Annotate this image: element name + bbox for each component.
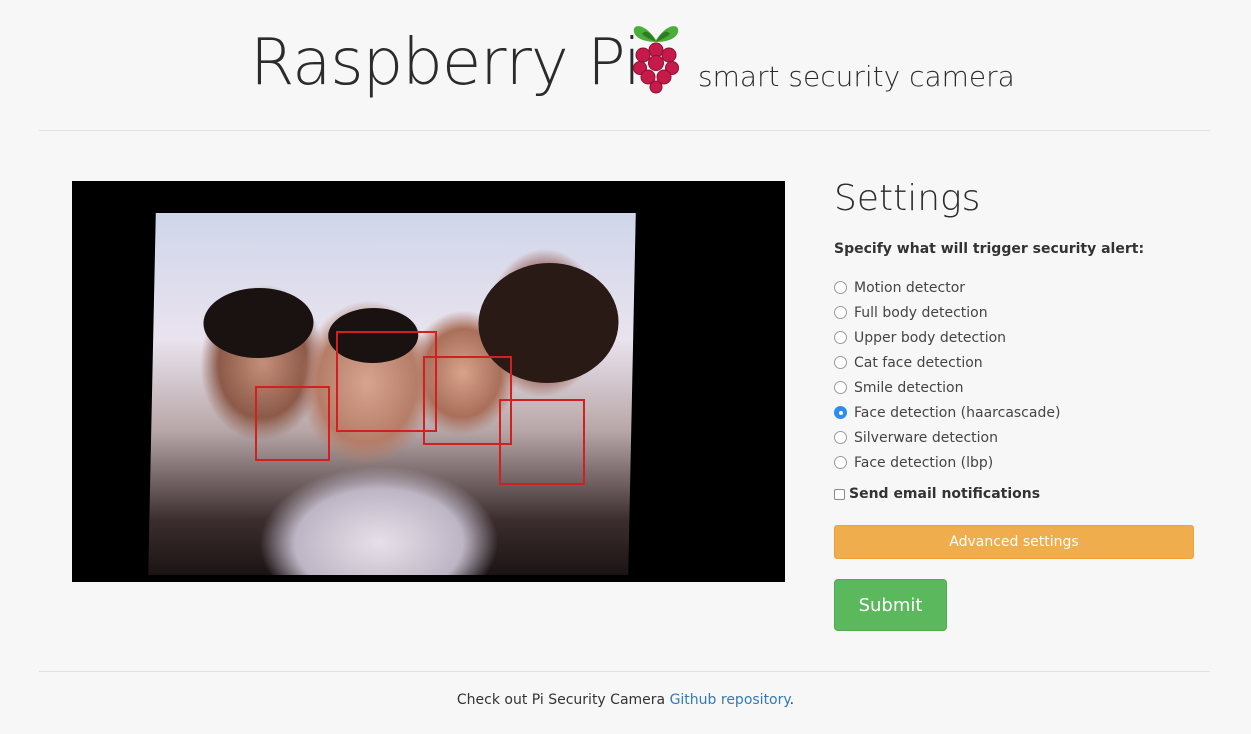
radio-button-selected[interactable]	[834, 406, 847, 419]
page-subtitle: smart security camera	[698, 60, 1015, 93]
option-label: Cat face detection	[854, 354, 983, 371]
hair-shape	[202, 288, 315, 358]
advanced-settings-button[interactable]: Advanced settings	[834, 525, 1194, 559]
option-label: Upper body detection	[854, 329, 1007, 346]
face-detection-box	[336, 331, 437, 432]
trigger-options: Motion detector Full body detection Uppe…	[834, 275, 1060, 475]
option-label: Full body detection	[854, 304, 988, 321]
option-smile-detection[interactable]: Smile detection	[834, 375, 1060, 400]
option-face-detection-haarcascade[interactable]: Face detection (haarcascade)	[834, 400, 1060, 425]
option-upper-body-detection[interactable]: Upper body detection	[834, 325, 1060, 350]
option-label: Silverware detection	[854, 429, 998, 446]
footer: Check out Pi Security Camera Github repo…	[0, 692, 1251, 708]
radio-button[interactable]	[834, 331, 847, 344]
email-label: Send email notifications	[849, 486, 1041, 502]
radio-button[interactable]	[834, 356, 847, 369]
option-face-detection-lbp[interactable]: Face detection (lbp)	[834, 450, 1060, 475]
submit-button[interactable]: Submit	[834, 579, 947, 631]
camera-feed	[72, 181, 785, 582]
header-divider	[39, 130, 1210, 131]
option-cat-face-detection[interactable]: Cat face detection	[834, 350, 1060, 375]
radio-button[interactable]	[834, 431, 847, 444]
github-repository-link[interactable]: Github repository	[670, 692, 790, 708]
footer-text: Check out Pi Security Camera	[456, 692, 670, 708]
footer-period: .	[789, 692, 795, 708]
option-label: Face detection (haarcascade)	[854, 404, 1061, 421]
radio-button[interactable]	[834, 281, 847, 294]
radio-button[interactable]	[834, 456, 847, 469]
settings-prompt: Specify what will trigger security alert…	[834, 241, 1145, 257]
option-label: Face detection (lbp)	[854, 454, 994, 471]
radio-button[interactable]	[834, 381, 847, 394]
settings-title: Settings	[834, 178, 981, 219]
page-header: Raspberry Pi smart security camera	[0, 0, 1251, 130]
email-checkbox[interactable]	[834, 488, 845, 500]
option-label: Motion detector	[854, 279, 966, 296]
page-title: Raspberry Pi	[250, 26, 641, 100]
footer-divider	[39, 671, 1210, 672]
option-label: Smile detection	[854, 379, 964, 396]
face-detection-box	[499, 399, 585, 485]
radio-button[interactable]	[834, 306, 847, 319]
option-full-body-detection[interactable]: Full body detection	[834, 300, 1060, 325]
face-detection-box	[255, 386, 330, 461]
option-silverware-detection[interactable]: Silverware detection	[834, 425, 1060, 450]
raspberry-pi-logo-icon	[633, 26, 679, 94]
option-motion-detector[interactable]: Motion detector	[834, 275, 1060, 300]
email-notifications-toggle[interactable]: Send email notifications	[834, 486, 1040, 502]
